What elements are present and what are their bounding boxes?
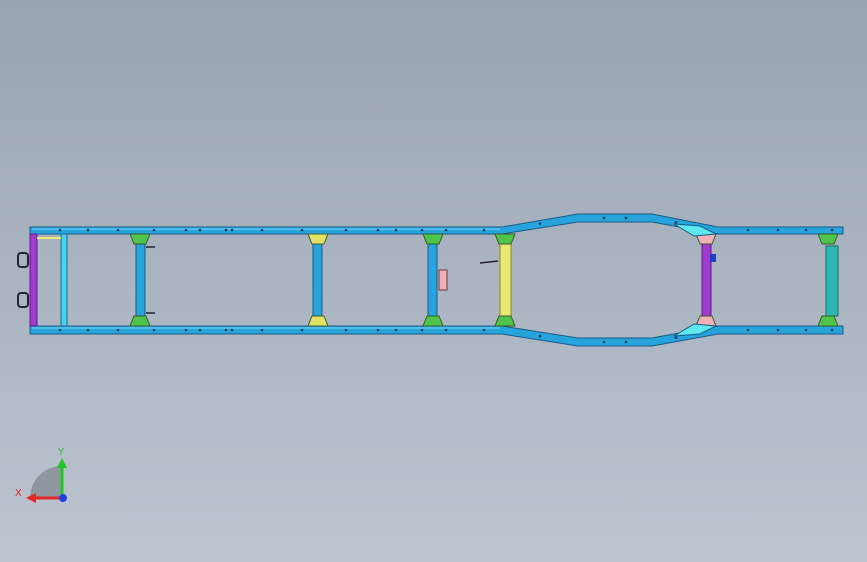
rear-inner-crossmember [60,233,68,327]
rear-end-crossmember [29,233,38,327]
rail-hole-top-20 [674,221,678,224]
crossmember-2 [312,239,323,323]
triad-y-arrowhead [57,458,67,468]
rail-hole-bottom-21 [746,328,750,332]
gusset-top-4 [494,233,516,245]
rail-hole-bottom-12 [376,328,380,332]
front-crossmember [825,245,839,317]
rail-hole-top-14 [420,228,424,232]
rail-hole-top-9 [260,228,264,232]
rail-hole-bottom-11 [344,328,348,332]
rail-hole-bottom-22 [776,328,780,332]
rail-hole-bottom-10 [300,328,304,332]
triad-y-label: Y [57,447,65,458]
rail-hole-top-16 [482,228,486,232]
gusset-bottom-6 [817,315,839,327]
rail-hole-bottom-18 [602,340,606,344]
tow-hook-lower [17,292,29,308]
bottom-side-rail [29,325,844,347]
rail-hole-bottom-14 [420,328,424,332]
rail-hole-bottom-6 [198,328,202,332]
rail-hole-top-13 [394,228,398,232]
rail-hole-top-23 [804,228,808,232]
rail-hole-bottom-17 [538,334,542,338]
gusset-top-2 [307,233,329,245]
rail-hole-bottom-1 [58,328,62,332]
gusset-top-3 [422,233,444,245]
rail-hole-bottom-16 [482,328,486,332]
gusset-top-6 [817,233,839,245]
rail-hole-bottom-24 [830,328,834,332]
rail-hole-top-21 [746,228,750,232]
triad-z-axis-dot [59,494,67,502]
rail-hole-bottom-4 [152,328,156,332]
center-crossmember [499,239,512,323]
rail-hole-top-8 [230,228,234,232]
rail-hole-top-10 [300,228,304,232]
rail-hole-bottom-3 [116,328,120,332]
rail-hole-top-6 [198,228,202,232]
rail-hole-top-24 [830,228,834,232]
gusset-bottom-2 [307,315,329,327]
crossmember-3 [427,239,438,323]
tow-hook-upper [17,252,29,268]
rail-hole-top-3 [116,228,120,232]
top-side-rail [29,213,844,235]
rail-hole-top-17 [538,222,542,225]
rail-hole-bottom-15 [444,328,448,332]
rail-hole-bottom-8 [230,328,234,332]
rail-hole-bottom-9 [260,328,264,332]
rail-hole-top-11 [344,228,348,232]
gusset-bottom-1 [129,315,151,327]
gusset-bottom-4 [494,315,516,327]
rail-hole-bottom-19 [624,340,628,344]
rail-hole-top-4 [152,228,156,232]
rail-hole-bottom-5 [184,328,188,332]
axle-bracket [710,254,716,262]
rail-hole-bottom-13 [394,328,398,332]
gusset-bottom-3 [422,315,444,327]
cable-clip [479,260,499,264]
coordinate-triad: X Y [15,447,67,503]
rail-hole-top-1 [58,228,62,232]
side-bracket [438,269,448,291]
rail-hole-bottom-23 [804,328,808,332]
rail-hole-top-7 [224,228,228,232]
rail-hole-top-18 [602,216,606,220]
axle-crossmember [701,239,712,323]
rail-hole-top-22 [776,228,780,232]
triad-x-label: X [15,488,22,499]
rail-hole-top-2 [86,228,90,232]
rail-hole-bottom-2 [86,328,90,332]
rail-hole-top-19 [624,216,628,220]
rail-hole-top-5 [184,228,188,232]
rail-hole-top-12 [376,228,380,232]
rail-hole-top-15 [444,228,448,232]
gusset-top-1 [129,233,151,245]
chassis-frame-model[interactable] [17,213,844,347]
cad-viewport[interactable]: X Y [0,0,867,562]
rail-hole-bottom-20 [674,336,678,339]
rail-hole-bottom-7 [224,328,228,332]
triad-plane-quadrant [30,466,62,498]
crossmember-1 [135,239,146,323]
